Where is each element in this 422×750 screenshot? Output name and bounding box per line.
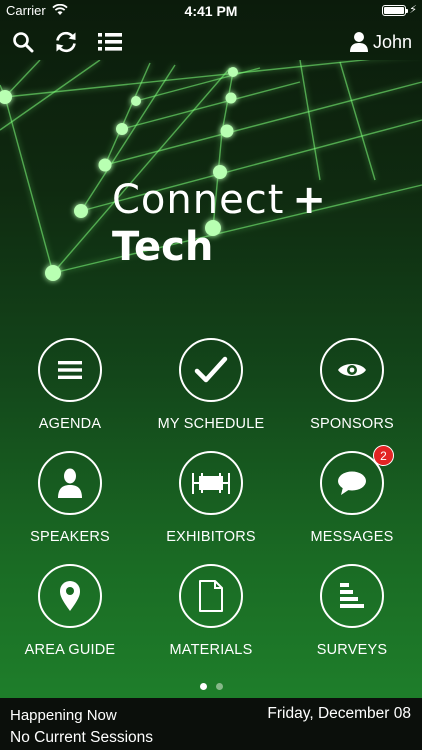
chat-bubble-icon — [338, 471, 366, 495]
search-icon — [13, 32, 34, 53]
battery-fill — [384, 7, 404, 14]
tile-label: EXHIBITORS — [166, 529, 256, 545]
checkmark-icon — [194, 356, 228, 383]
brand-logo: Connect + Tech — [112, 178, 327, 272]
tile-speakers[interactable]: SPEAKERS — [0, 451, 140, 563]
unread-badge: 2 — [373, 445, 394, 466]
tile-area-guide[interactable]: AREA GUIDE — [0, 564, 140, 676]
tile-label: SPONSORS — [310, 416, 394, 432]
footer-date: Friday, December 08 — [267, 705, 411, 722]
tile-label: SURVEYS — [316, 642, 388, 658]
refresh-icon — [56, 31, 76, 53]
charging-icon: ⚡ — [409, 4, 417, 16]
app-screen: Carrier 4:41 PM ⚡ John Connect + Tech AG… — [0, 0, 422, 750]
page-indicator[interactable] — [0, 683, 422, 690]
page-dot-1[interactable] — [199, 683, 207, 690]
happening-now-title: Happening Now — [10, 707, 117, 724]
battery-icon — [382, 5, 408, 16]
user-profile-button[interactable]: John — [349, 27, 412, 57]
brand-tech: Tech — [112, 224, 214, 270]
messages-icon-circle: 2 — [320, 445, 394, 515]
tile-my-schedule[interactable]: MY SCHEDULE — [141, 338, 281, 450]
sponsors-icon-circle — [320, 338, 384, 402]
booth-icon — [192, 473, 230, 494]
tile-exhibitors[interactable]: EXHIBITORS — [141, 451, 281, 563]
area-guide-icon-circle — [38, 564, 102, 628]
search-button[interactable] — [8, 27, 38, 57]
page-dot-2[interactable] — [215, 683, 223, 690]
speakers-icon-circle — [38, 451, 102, 515]
tile-label: MY SCHEDULE — [157, 416, 265, 432]
tile-label: MESSAGES — [310, 529, 394, 545]
refresh-button[interactable] — [51, 27, 81, 57]
tile-sponsors[interactable]: SPONSORS — [282, 338, 422, 450]
tile-label: MATERIALS — [169, 642, 253, 658]
materials-icon-circle — [179, 564, 243, 628]
surveys-icon-circle — [320, 564, 384, 628]
tile-label: AREA GUIDE — [24, 642, 116, 658]
tile-materials[interactable]: MATERIALS — [141, 564, 281, 676]
brand-plus: + — [292, 177, 327, 223]
user-name: John — [372, 31, 412, 52]
user-icon — [349, 32, 368, 52]
nav-bar: John — [0, 22, 422, 62]
list-button[interactable] — [95, 27, 125, 57]
schedule-icon-circle — [179, 338, 243, 402]
happening-now-bar[interactable]: Happening Now No Current Sessions Friday… — [0, 698, 422, 750]
menu-icon — [58, 361, 82, 379]
person-icon — [58, 468, 82, 498]
bars-icon — [340, 583, 364, 608]
tile-label: SPEAKERS — [30, 529, 110, 545]
eye-icon — [338, 364, 366, 376]
status-bar: Carrier 4:41 PM ⚡ — [0, 0, 422, 22]
tile-label: AGENDA — [38, 416, 102, 432]
current-sessions-text: No Current Sessions — [10, 729, 154, 746]
tile-surveys[interactable]: SURVEYS — [282, 564, 422, 676]
agenda-icon-circle — [38, 338, 102, 402]
document-icon — [199, 580, 223, 612]
clock: 4:41 PM — [184, 3, 238, 19]
list-icon — [98, 33, 122, 51]
map-pin-icon — [60, 581, 80, 611]
tile-messages[interactable]: 2 MESSAGES — [282, 445, 422, 563]
brand-connect: Connect — [112, 177, 285, 223]
exhibitors-icon-circle — [179, 451, 243, 515]
tile-agenda[interactable]: AGENDA — [0, 338, 140, 450]
